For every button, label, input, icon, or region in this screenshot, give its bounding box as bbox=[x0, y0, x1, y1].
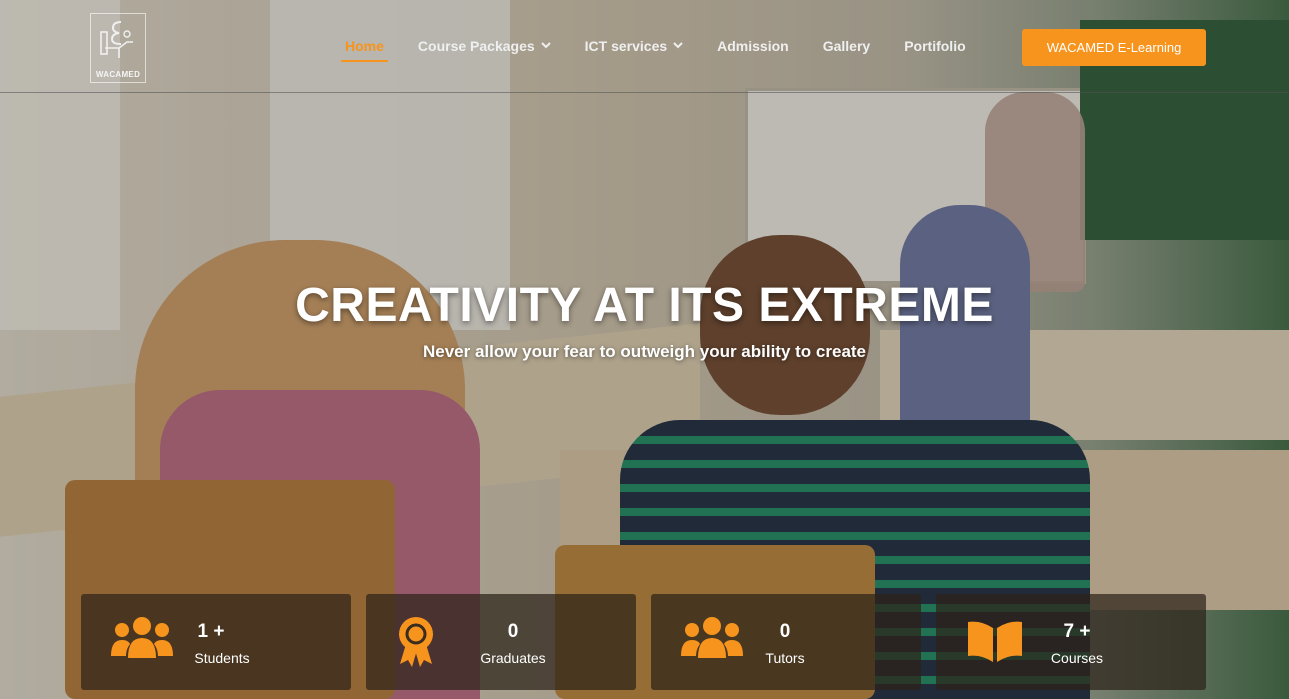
nav-item-label: Gallery bbox=[822, 38, 871, 54]
stat-value: 7 + bbox=[1063, 621, 1091, 642]
hero-subheadline: Never allow your fear to outweigh your a… bbox=[422, 342, 867, 361]
nav-item-portifolio[interactable]: Portifolio bbox=[904, 38, 965, 54]
nav-item-ict-services[interactable]: ICT services bbox=[585, 38, 684, 54]
nav-item-home[interactable]: Home bbox=[341, 38, 388, 62]
stat-value: 0 bbox=[779, 621, 791, 642]
logo-mark-icon bbox=[100, 21, 133, 58]
hero-section: WACAMED Home Course Packages ICT service… bbox=[0, 0, 1289, 699]
stat-label: Students bbox=[194, 650, 250, 666]
main-nav: Home Course Packages ICT services Admiss… bbox=[341, 38, 1000, 62]
logo-text: WACAMED bbox=[95, 70, 141, 79]
nav-item-label: Course Packages bbox=[417, 38, 535, 54]
stat-card-tutors: 0 Tutors bbox=[651, 594, 921, 690]
stat-card-graduates: 0 Graduates bbox=[366, 594, 636, 690]
stat-label: Graduates bbox=[480, 650, 546, 666]
e-learning-button[interactable]: WACAMED E-Learning bbox=[1022, 29, 1206, 66]
stat-card-students: 1 + Students bbox=[81, 594, 351, 690]
stat-card-courses: 7 + Courses bbox=[936, 594, 1206, 690]
nav-item-course-packages[interactable]: Course Packages bbox=[418, 38, 551, 54]
book-icon bbox=[966, 620, 1024, 667]
chevron-down-icon bbox=[673, 41, 683, 52]
site-logo[interactable]: WACAMED bbox=[90, 13, 146, 83]
stat-label: Tutors bbox=[765, 650, 805, 666]
users-icon bbox=[681, 616, 743, 665]
stat-value: 0 bbox=[507, 621, 519, 642]
stats-bar: 1 + Students 0 Graduates 0 Tutors 7 + Co… bbox=[81, 594, 1206, 690]
nav-item-admission[interactable]: Admission bbox=[717, 38, 789, 54]
nav-item-label: ICT services bbox=[584, 38, 668, 54]
hero-headline: CREATIVITY AT ITS EXTREME bbox=[295, 279, 994, 332]
award-icon bbox=[396, 616, 436, 673]
nav-item-label: Admission bbox=[717, 38, 789, 54]
nav-item-label: Portifolio bbox=[904, 38, 966, 54]
nav-item-label: Home bbox=[345, 38, 384, 54]
chevron-down-icon bbox=[540, 41, 551, 52]
navbar: WACAMED Home Course Packages ICT service… bbox=[0, 0, 1289, 93]
stat-label: Courses bbox=[1050, 650, 1104, 666]
stat-value: 1 + bbox=[197, 621, 225, 642]
nav-item-gallery[interactable]: Gallery bbox=[823, 38, 870, 54]
